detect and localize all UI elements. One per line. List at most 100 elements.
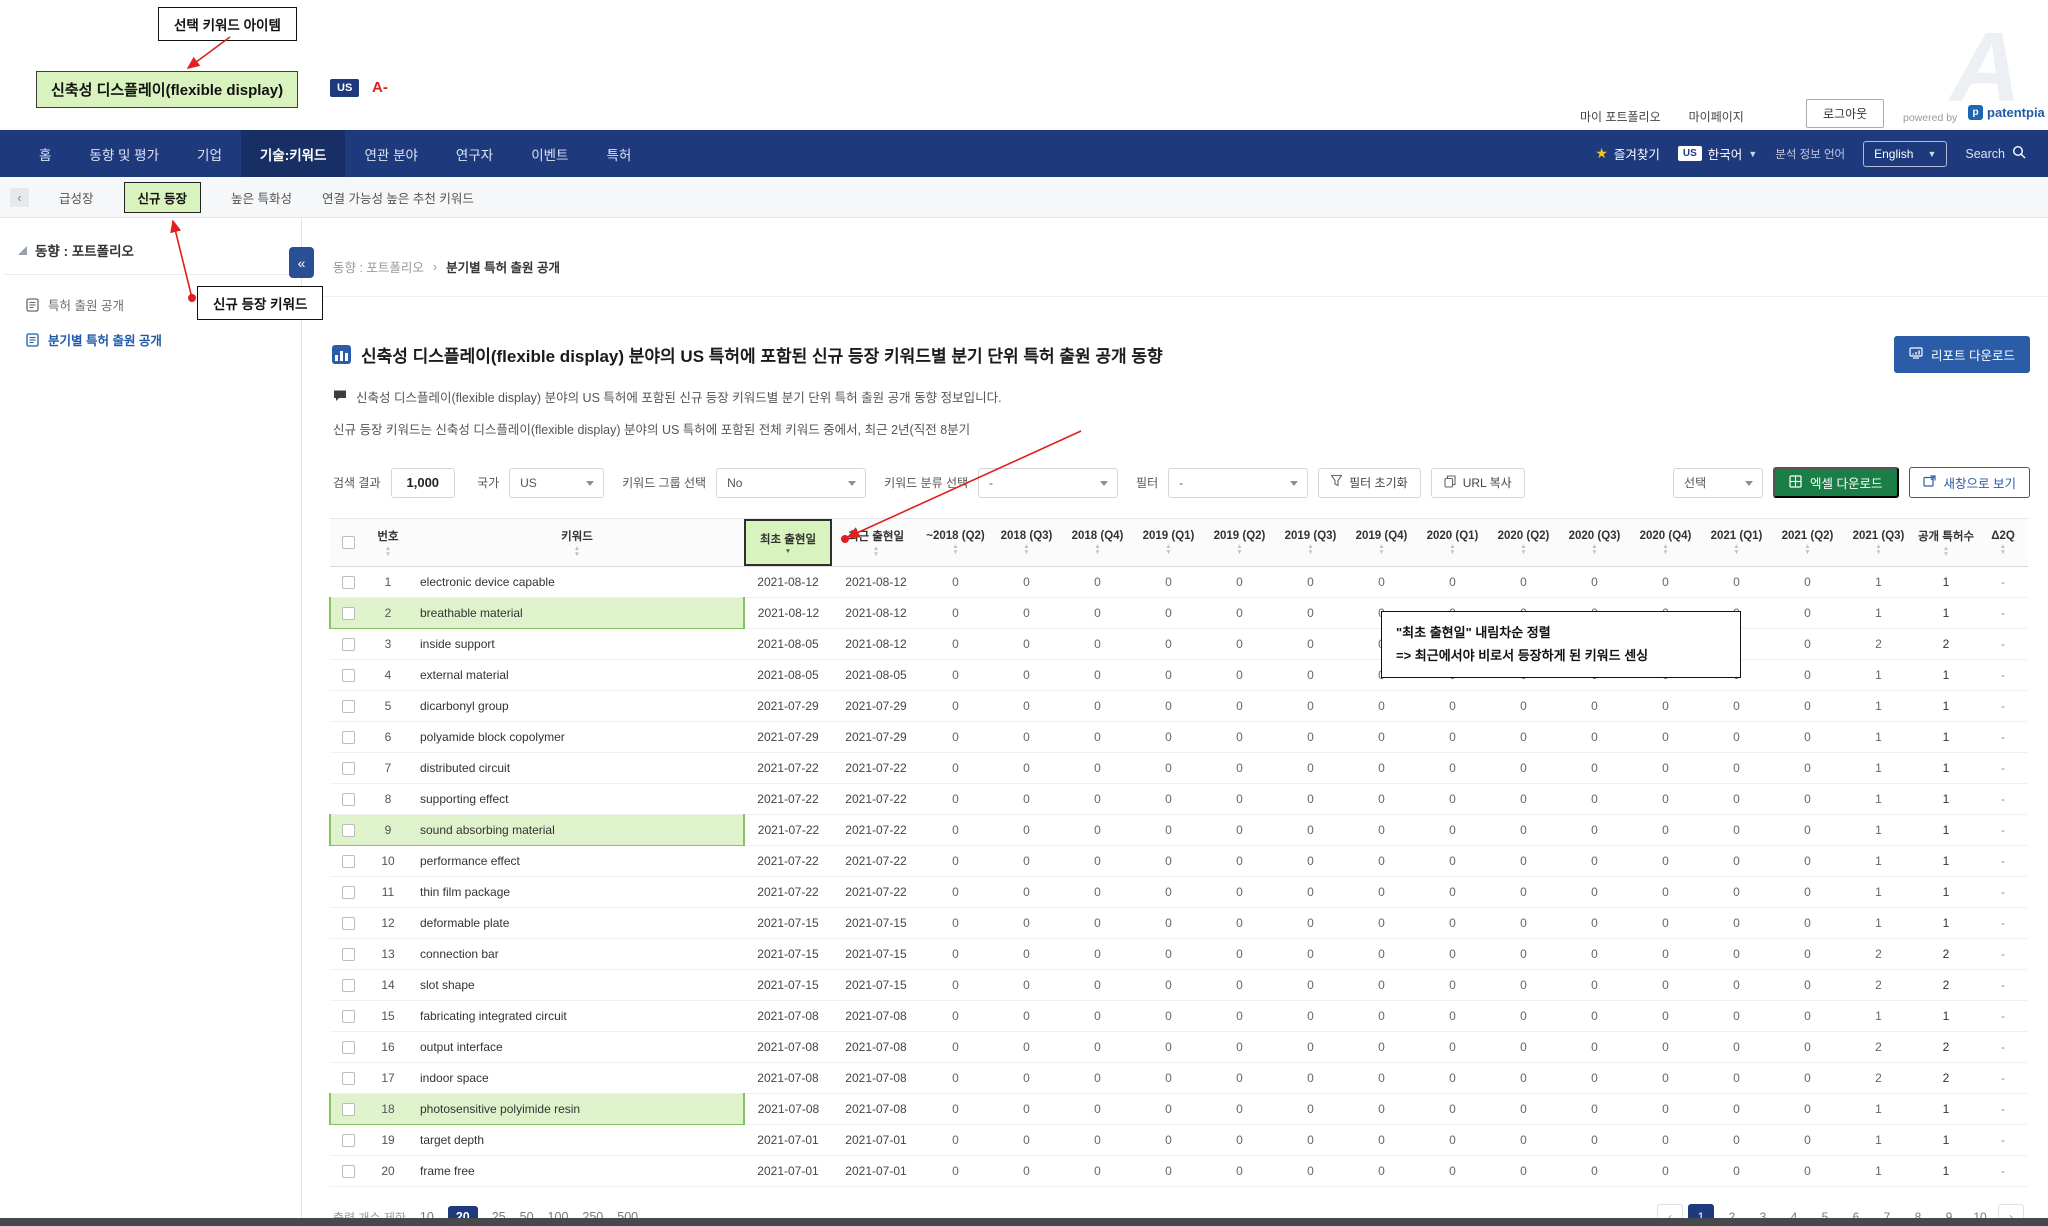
sidebar-collapse-button[interactable]: « xyxy=(289,247,314,278)
analysis-language-selector[interactable]: English ▼ xyxy=(1863,141,1947,167)
selected-keyword-highlight[interactable]: 신축성 디스플레이(flexible display) xyxy=(36,71,298,108)
row-checkbox-cell[interactable] xyxy=(330,1094,366,1125)
keyword-cell[interactable]: fabricating integrated circuit xyxy=(410,1001,744,1032)
row-checkbox[interactable] xyxy=(342,1165,355,1178)
nav-item-8[interactable]: 특허 xyxy=(587,130,650,177)
subnav-item-1[interactable]: 급성장 xyxy=(59,188,94,207)
nav-item-5[interactable]: 연관 분야 xyxy=(345,130,436,177)
row-checkbox-cell[interactable] xyxy=(330,815,366,846)
copy-url-button[interactable]: URL 복사 xyxy=(1431,468,1525,498)
keyword-cell[interactable]: target depth xyxy=(410,1125,744,1156)
row-checkbox[interactable] xyxy=(342,731,355,744)
row-checkbox[interactable] xyxy=(342,1010,355,1023)
row-checkbox[interactable] xyxy=(342,638,355,651)
row-checkbox-cell[interactable] xyxy=(330,970,366,1001)
keyword-cell[interactable]: electronic device capable xyxy=(410,567,744,598)
subnav-back-button[interactable]: ‹ xyxy=(10,188,29,207)
row-checkbox-cell[interactable] xyxy=(330,1125,366,1156)
column-quarter-9[interactable]: 2020 (Q2)▲▼ xyxy=(1488,519,1559,567)
row-checkbox-cell[interactable] xyxy=(330,1032,366,1063)
country-select[interactable]: US xyxy=(509,468,604,498)
column-quarter-2[interactable]: 2018 (Q3)▲▼ xyxy=(991,519,1062,567)
column-quarter-14[interactable]: 2021 (Q3)▲▼ xyxy=(1843,519,1914,567)
column-quarter-11[interactable]: 2020 (Q4)▲▼ xyxy=(1630,519,1701,567)
my-page-link[interactable]: 마이페이지 xyxy=(1689,108,1744,125)
keyword-cell[interactable]: deformable plate xyxy=(410,908,744,939)
select-all-checkbox[interactable] xyxy=(342,536,355,549)
row-checkbox[interactable] xyxy=(342,855,355,868)
row-checkbox-cell[interactable] xyxy=(330,567,366,598)
nav-item-2[interactable]: 동향 및 평가 xyxy=(70,130,178,177)
site-language-selector[interactable]: US 한국어 ▼ xyxy=(1678,144,1757,163)
row-checkbox-cell[interactable] xyxy=(330,660,366,691)
keyword-cell[interactable]: indoor space xyxy=(410,1063,744,1094)
row-checkbox[interactable] xyxy=(342,762,355,775)
filter-reset-button[interactable]: 필터 초기화 xyxy=(1318,468,1421,498)
column-keyword[interactable]: 키워드▲▼ xyxy=(410,519,744,567)
row-checkbox[interactable] xyxy=(342,1072,355,1085)
row-checkbox[interactable] xyxy=(342,700,355,713)
keyword-cell[interactable]: inside support xyxy=(410,629,744,660)
keyword-cell[interactable]: connection bar xyxy=(410,939,744,970)
row-checkbox[interactable] xyxy=(342,948,355,961)
logout-button[interactable]: 로그아웃 xyxy=(1806,99,1884,128)
row-checkbox[interactable] xyxy=(342,1103,355,1116)
row-checkbox[interactable] xyxy=(342,576,355,589)
row-checkbox[interactable] xyxy=(342,607,355,620)
nav-item-7[interactable]: 이벤트 xyxy=(512,130,587,177)
excel-download-button[interactable]: 엑셀 다운로드 xyxy=(1773,467,1898,498)
row-checkbox[interactable] xyxy=(342,793,355,806)
column-quarter-6[interactable]: 2019 (Q3)▲▼ xyxy=(1275,519,1346,567)
favorites-button[interactable]: ★ 즐겨찾기 xyxy=(1595,144,1660,163)
keyword-cell[interactable]: photosensitive polyimide resin xyxy=(410,1094,744,1125)
search-button[interactable]: Search xyxy=(1965,145,2026,162)
nav-item-6[interactable]: 연구자 xyxy=(437,130,512,177)
nav-item-1[interactable]: 홈 xyxy=(20,130,70,177)
column-quarter-4[interactable]: 2019 (Q1)▲▼ xyxy=(1133,519,1204,567)
keyword-cell[interactable]: output interface xyxy=(410,1032,744,1063)
keyword-cell[interactable]: slot shape xyxy=(410,970,744,1001)
keyword-group-select[interactable]: No xyxy=(716,468,866,498)
row-checkbox-cell[interactable] xyxy=(330,691,366,722)
open-new-window-button[interactable]: 새창으로 보기 xyxy=(1909,467,2030,498)
keyword-cell[interactable]: performance effect xyxy=(410,846,744,877)
row-checkbox-cell[interactable] xyxy=(330,846,366,877)
report-download-button[interactable]: 리포트 다운로드 xyxy=(1894,336,2030,373)
column-quarter-10[interactable]: 2020 (Q3)▲▼ xyxy=(1559,519,1630,567)
row-checkbox[interactable] xyxy=(342,824,355,837)
column-quarter-12[interactable]: 2021 (Q1)▲▼ xyxy=(1701,519,1772,567)
column-patent-count[interactable]: 공개 특허수▲▼ xyxy=(1914,519,1978,567)
breadcrumb-parent[interactable]: 동향 : 포트폴리오 xyxy=(333,257,424,276)
filter-select[interactable]: - xyxy=(1168,468,1308,498)
row-checkbox-cell[interactable] xyxy=(330,939,366,970)
row-checkbox-cell[interactable] xyxy=(330,1156,366,1187)
keyword-cell[interactable]: frame free xyxy=(410,1156,744,1187)
subnav-item-3[interactable]: 높은 특화성 xyxy=(231,188,292,207)
row-checkbox-cell[interactable] xyxy=(330,722,366,753)
column-quarter-1[interactable]: ~2018 (Q2)▲▼ xyxy=(920,519,991,567)
subnav-item-2[interactable]: 신규 등장 xyxy=(124,182,201,213)
sidebar-item-2[interactable]: 분기별 특허 출원 공개 xyxy=(0,322,301,357)
row-checkbox[interactable] xyxy=(342,886,355,899)
column-num[interactable]: 번호▲▼ xyxy=(366,519,410,567)
nav-item-3[interactable]: 기업 xyxy=(178,130,241,177)
row-checkbox[interactable] xyxy=(342,1041,355,1054)
action-select[interactable]: 선택 xyxy=(1673,468,1763,498)
brand-logo[interactable]: p patentpia xyxy=(1968,105,2045,120)
subnav-item-4[interactable]: 연결 가능성 높은 추천 키워드 xyxy=(322,188,474,207)
keyword-cell[interactable]: polyamide block copolymer xyxy=(410,722,744,753)
column-quarter-3[interactable]: 2018 (Q4)▲▼ xyxy=(1062,519,1133,567)
column-first-date[interactable]: 최초 출현일▼ xyxy=(744,519,832,567)
column-quarter-5[interactable]: 2019 (Q2)▲▼ xyxy=(1204,519,1275,567)
row-checkbox-cell[interactable] xyxy=(330,753,366,784)
row-checkbox-cell[interactable] xyxy=(330,598,366,629)
row-checkbox-cell[interactable] xyxy=(330,1001,366,1032)
row-checkbox-cell[interactable] xyxy=(330,629,366,660)
keyword-cell[interactable]: breathable material xyxy=(410,598,744,629)
keyword-cell[interactable]: thin film package xyxy=(410,877,744,908)
row-checkbox[interactable] xyxy=(342,979,355,992)
keyword-cell[interactable]: supporting effect xyxy=(410,784,744,815)
keyword-cell[interactable]: distributed circuit xyxy=(410,753,744,784)
column-last-date[interactable]: 최근 출현일▲▼ xyxy=(832,519,920,567)
my-portfolio-link[interactable]: 마이 포트폴리오 xyxy=(1580,108,1661,125)
